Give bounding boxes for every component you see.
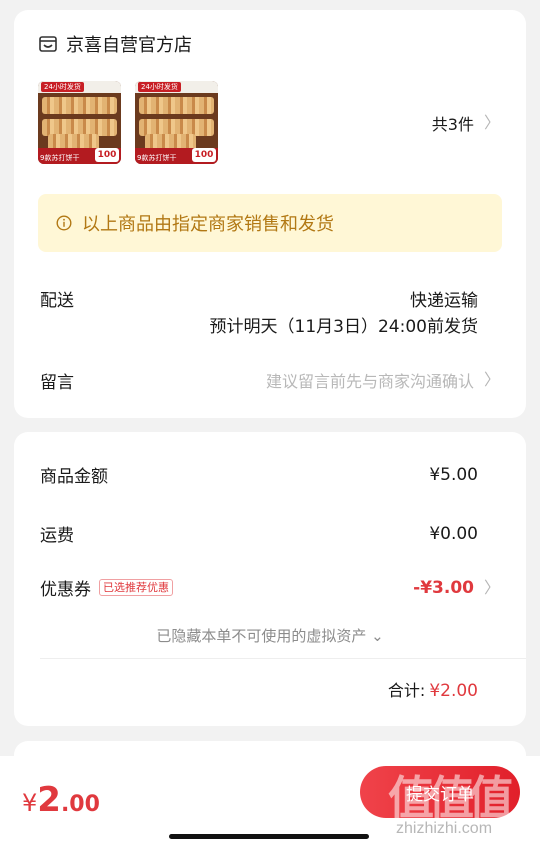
coupon-left: 优惠券 已选推荐优惠 <box>40 575 173 600</box>
notice-text: 以上商品由指定商家销售和发货 <box>82 214 334 235</box>
goods-amount-value: ¥5.00 <box>429 464 478 485</box>
product-label: 9款苏打饼干 <box>137 154 177 162</box>
total-label: 合计: <box>387 681 426 700</box>
hidden-assets-toggle[interactable]: 已隐藏本单不可使用的虚拟资产 ⌄ <box>14 625 526 646</box>
seller-notice: 以上商品由指定商家销售和发货 <box>38 194 502 252</box>
product-tag: 24小时发货 <box>138 82 181 92</box>
delivery-label: 配送 <box>40 291 74 311</box>
product-label: 9款苏打饼干 <box>40 154 80 162</box>
product-thumbnail[interactable]: 24小时发货 9款苏打饼干 100 <box>135 81 218 164</box>
product-tag: 24小时发货 <box>41 82 84 92</box>
info-icon <box>56 215 72 231</box>
pay-amount-decimal: .00 <box>60 792 100 817</box>
watermark-url: zhizhizhi.com <box>396 820 493 837</box>
delivery-time: 预计明天（11月3日）24:00前发货 <box>209 317 478 337</box>
product-badge: 100 <box>95 148 119 162</box>
chevron-right-icon: 〉 <box>483 113 500 132</box>
coupon-row[interactable]: 优惠券 已选推荐优惠 -¥3.00 〉 <box>40 575 500 601</box>
shipping-row: 运费 ¥0.00 <box>40 521 478 547</box>
product-badge: 100 <box>192 148 216 162</box>
item-count-button[interactable]: 共3件 〉 <box>432 111 500 135</box>
delivery-method: 快递运输 <box>410 291 478 311</box>
remark-placeholder: 建议留言前先与商家沟通确认 <box>265 372 474 391</box>
home-indicator <box>169 834 369 839</box>
divider <box>40 658 526 659</box>
product-thumbnail[interactable]: 24小时发货 9款苏打饼干 100 <box>38 81 121 164</box>
remark-input[interactable]: 建议留言前先与商家沟通确认 〉 <box>266 368 500 392</box>
shop-card: 京喜自营官方店 24小时发货 9款苏打饼干 100 24小时发货 9款苏打饼干 … <box>14 10 526 418</box>
shipping-value: ¥0.00 <box>429 523 478 544</box>
shop-icon <box>39 36 57 52</box>
watermark-logo: 值值值 <box>388 771 514 825</box>
total-value: ¥2.00 <box>429 681 478 701</box>
pay-amount: ¥ 2 .00 <box>22 780 100 820</box>
total-row: 合计: ¥2.00 <box>388 677 478 701</box>
pay-amount-integer: 2 <box>37 780 61 820</box>
biscuit-image <box>139 97 214 114</box>
shop-name: 京喜自营官方店 <box>66 35 192 56</box>
coupon-tag: 已选推荐优惠 <box>99 579 173 596</box>
shipping-label: 运费 <box>40 526 74 546</box>
remark-label: 留言 <box>40 373 74 393</box>
coupon-value: -¥3.00 <box>413 577 474 598</box>
item-count: 共3件 <box>431 115 474 134</box>
goods-amount-label: 商品金额 <box>40 467 108 487</box>
biscuit-image <box>42 97 117 114</box>
price-summary-card: 商品金额 ¥5.00 运费 ¥0.00 优惠券 已选推荐优惠 -¥3.00 〉 … <box>14 432 526 726</box>
goods-amount-row: 商品金额 ¥5.00 <box>40 462 478 488</box>
chevron-right-icon: 〉 <box>483 577 500 597</box>
coupon-label: 优惠券 <box>40 580 91 600</box>
shop-header[interactable]: 京喜自营官方店 <box>38 31 192 57</box>
coupon-right: -¥3.00 〉 <box>413 578 500 598</box>
order-confirm-page: 京喜自营官方店 24小时发货 9款苏打饼干 100 24小时发货 9款苏打饼干 … <box>0 0 540 849</box>
pay-currency: ¥ <box>22 789 38 817</box>
chevron-right-icon: 〉 <box>483 370 500 389</box>
